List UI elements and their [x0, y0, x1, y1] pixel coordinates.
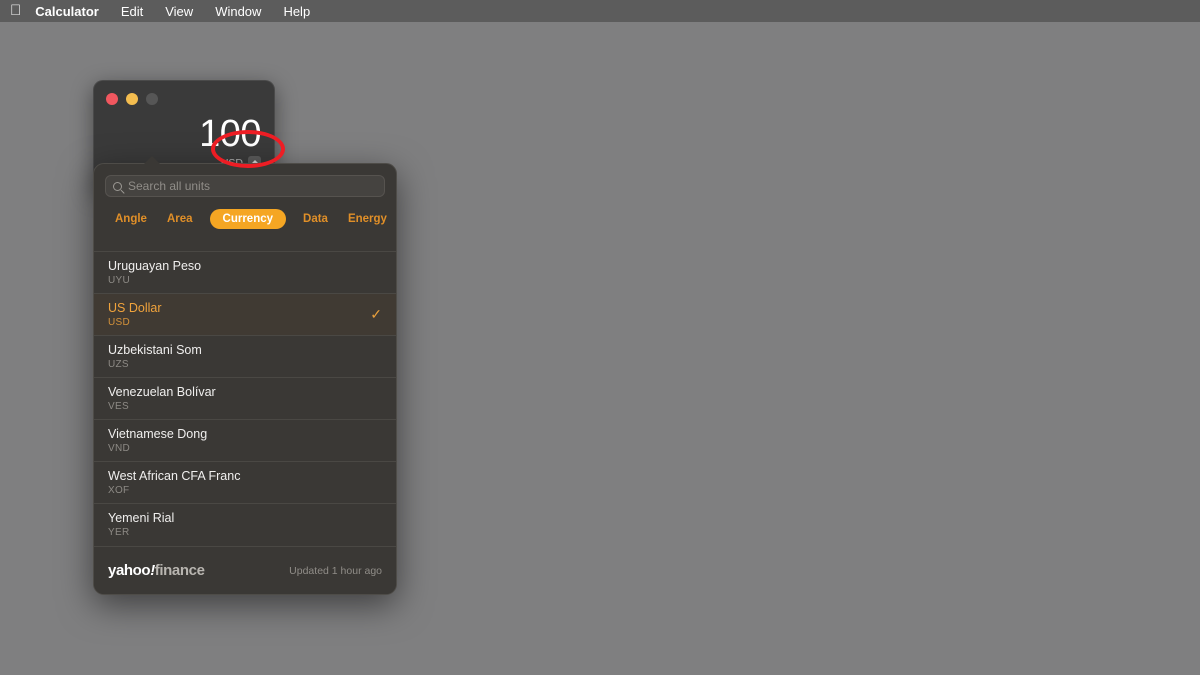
list-item-name: Venezuelan Bolívar	[108, 385, 216, 399]
list-item-name: Uruguayan Peso	[108, 259, 202, 273]
list-item-code: XOF	[108, 485, 130, 496]
list-item-name: Uzbekistani Som	[108, 343, 202, 357]
menu-item-view[interactable]: View	[165, 4, 193, 19]
list-item-code: UZS	[108, 359, 129, 370]
logo-text-finance: finance	[154, 562, 205, 579]
popover-caret	[144, 156, 160, 164]
menu-item-calculator[interactable]: Calculator	[35, 4, 99, 19]
table-row[interactable]: Venezuelan Bolívar VES	[94, 377, 396, 419]
logo-text-yahoo: yahoo	[108, 562, 151, 579]
list-item-code: YER	[108, 527, 130, 538]
list-item-code: VND	[108, 443, 131, 454]
tab-area[interactable]: Area	[164, 209, 196, 229]
list-item-name: Vietnamese Dong	[108, 427, 208, 441]
checkmark-icon: ✓	[370, 306, 382, 322]
tab-energy[interactable]: Energy	[345, 209, 390, 229]
table-row[interactable]: Uruguayan Peso UYU	[94, 251, 396, 293]
calculator-display: 100 USD	[199, 115, 261, 170]
apple-logo-icon[interactable]: 	[10, 3, 21, 18]
picker-footer: yahoo!finance Updated 1 hour ago	[94, 546, 396, 594]
close-button[interactable]	[106, 93, 118, 105]
list-item-partial[interactable]	[94, 240, 396, 251]
list-item-code: USD	[108, 317, 131, 328]
tab-currency[interactable]: Currency	[209, 209, 287, 229]
unit-list[interactable]: Uruguayan Peso UYU US Dollar USD ✓ Uzbek…	[94, 240, 396, 545]
zoom-button[interactable]	[146, 93, 158, 105]
list-item-name: US Dollar	[108, 301, 162, 315]
list-item-name: Yemeni Rial	[108, 511, 175, 525]
list-item-name: West African CFA Franc	[108, 469, 241, 483]
unit-picker-popover: Search all units Angle Area Currency Dat…	[93, 163, 397, 595]
minimize-button[interactable]	[126, 93, 138, 105]
menu-item-edit[interactable]: Edit	[121, 4, 143, 19]
window-traffic-lights	[106, 93, 158, 105]
tab-angle[interactable]: Angle	[112, 209, 150, 229]
updated-timestamp: Updated 1 hour ago	[289, 564, 382, 577]
menu-item-help[interactable]: Help	[283, 4, 310, 19]
menu-bar:  Calculator Edit View Window Help	[0, 0, 1200, 22]
search-area: Search all units	[94, 164, 396, 197]
table-row[interactable]: Uzbekistani Som UZS	[94, 335, 396, 377]
display-value: 100	[199, 113, 261, 155]
table-row[interactable]: West African CFA Franc XOF	[94, 461, 396, 503]
table-row-selected[interactable]: US Dollar USD ✓	[94, 293, 396, 335]
table-row[interactable]: Yemeni Rial YER	[94, 503, 396, 545]
menu-item-window[interactable]: Window	[215, 4, 261, 19]
yahoo-finance-logo: yahoo!finance	[108, 562, 205, 579]
search-placeholder: Search all units	[128, 179, 211, 193]
category-tabs: Angle Area Currency Data Energy Force	[94, 197, 396, 240]
search-input[interactable]: Search all units	[105, 175, 385, 197]
tab-data[interactable]: Data	[300, 209, 331, 229]
table-row[interactable]: Vietnamese Dong VND	[94, 419, 396, 461]
desktop:  Calculator Edit View Window Help 100 U…	[0, 0, 1200, 675]
list-item-code: UYU	[108, 275, 131, 286]
list-item-code: VES	[108, 401, 129, 412]
search-icon	[113, 181, 122, 191]
